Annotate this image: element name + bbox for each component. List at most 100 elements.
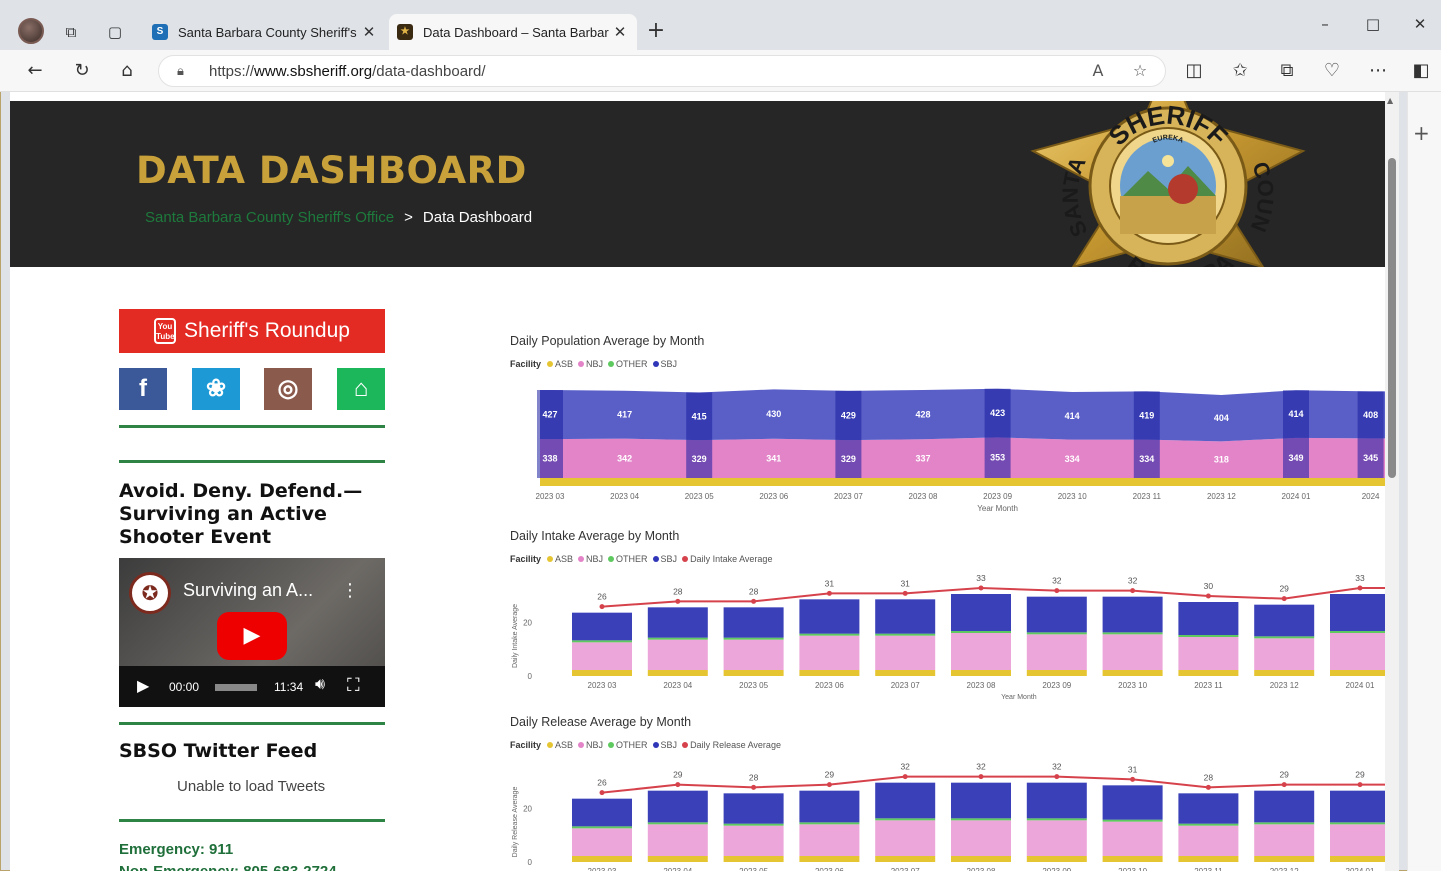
x-tick-label: 2023 04 bbox=[610, 492, 639, 501]
tab-sheriff-office[interactable]: S Santa Barbara County Sheriff's Of ✕ bbox=[144, 14, 386, 50]
more-menu-icon[interactable]: ⋯ bbox=[1365, 59, 1391, 83]
x-tick-label: 2023 04 bbox=[663, 867, 692, 871]
x-tick-label: 2024 bbox=[1362, 492, 1380, 501]
browser-essentials-icon[interactable]: ♡ bbox=[1319, 59, 1345, 83]
video-progress-slider[interactable] bbox=[215, 684, 257, 691]
nbj-value-label: 334 bbox=[1065, 454, 1080, 464]
average-point bbox=[751, 784, 757, 790]
fullscreen-icon[interactable]: ⛶ bbox=[347, 675, 360, 696]
sbj-value-label: 430 bbox=[766, 409, 781, 419]
non-emergency-number[interactable]: Non-Emergency: 805-683-2724 bbox=[119, 863, 337, 871]
sbj-bar bbox=[1102, 596, 1163, 633]
nbj-bar bbox=[572, 642, 632, 670]
sheriffs-roundup-button[interactable]: You Tube Sheriff's Roundup bbox=[119, 309, 385, 353]
favorite-star-icon[interactable]: ☆ bbox=[1129, 61, 1151, 80]
legend-dot bbox=[578, 556, 585, 562]
video-title[interactable]: Surviving an A... bbox=[183, 580, 313, 601]
sidebar-toggle-icon[interactable]: ◧ bbox=[1408, 59, 1434, 83]
y-tick-label: 20 bbox=[523, 619, 532, 628]
hero-banner: DATA DASHBOARD Santa Barbara County Sher… bbox=[10, 101, 1385, 267]
other-bar bbox=[1254, 822, 1315, 825]
average-point bbox=[1281, 782, 1287, 788]
profile-avatar[interactable] bbox=[18, 18, 44, 44]
legend-dot bbox=[547, 742, 554, 748]
average-value-label: 31 bbox=[900, 578, 910, 588]
nbj-bar bbox=[1330, 633, 1385, 670]
x-axis-title: Year Month bbox=[1001, 694, 1037, 701]
back-icon[interactable]: ← bbox=[22, 59, 48, 83]
edge-sidebar bbox=[1407, 92, 1441, 871]
legend-item: ASB bbox=[555, 554, 574, 564]
sbj-bar bbox=[1330, 790, 1385, 823]
breadcrumb-current: Data Dashboard bbox=[422, 209, 533, 226]
instagram-icon[interactable]: ◎ bbox=[264, 368, 312, 410]
nextdoor-icon[interactable]: ⌂ bbox=[337, 368, 385, 410]
volume-icon[interactable]: 🔊︎ bbox=[315, 676, 325, 694]
asb-bar bbox=[1178, 856, 1239, 862]
average-value-label: 32 bbox=[976, 762, 986, 772]
legend-item: NBJ bbox=[586, 554, 604, 564]
video-heading: Avoid. Deny. Defend.— Surviving an Activ… bbox=[119, 480, 363, 548]
other-bar bbox=[799, 822, 860, 825]
add-sidebar-app-icon[interactable]: + bbox=[1413, 121, 1430, 145]
x-tick-label: 2023 10 bbox=[1058, 492, 1087, 501]
average-value-label: 33 bbox=[1355, 573, 1365, 583]
sbj-bar bbox=[1026, 782, 1087, 819]
asb-bar bbox=[799, 856, 860, 862]
home-icon[interactable]: ⌂ bbox=[114, 59, 140, 83]
sbj-area bbox=[540, 388, 1385, 442]
video-menu-icon[interactable]: ⋮ bbox=[341, 580, 359, 601]
address-bar[interactable]: 🔒︎ https://www.sbsheriff.org/data-dashbo… bbox=[158, 55, 1166, 87]
lock-icon[interactable]: 🔒︎ bbox=[177, 64, 184, 79]
channel-logo-icon[interactable]: ✪ bbox=[129, 572, 171, 614]
play-icon[interactable]: ▶ bbox=[137, 676, 149, 696]
nbj-bar bbox=[647, 639, 708, 670]
legend-label: Facility bbox=[510, 740, 542, 750]
x-tick-label: 2023 09 bbox=[1042, 681, 1071, 690]
tab-actions-icon[interactable]: ▢ bbox=[104, 21, 126, 43]
legend-item: ASB bbox=[555, 359, 574, 369]
twitter-icon[interactable]: ❀ bbox=[192, 368, 240, 410]
scrollbar-thumb[interactable] bbox=[1388, 158, 1396, 478]
facebook-icon[interactable]: f bbox=[119, 368, 167, 410]
y-tick-label: 0 bbox=[528, 858, 533, 867]
nbj-value-label: 338 bbox=[542, 454, 557, 464]
minimize-button[interactable]: – bbox=[1302, 12, 1348, 36]
average-point bbox=[1130, 588, 1136, 594]
average-value-label: 28 bbox=[1204, 772, 1214, 782]
maximize-button[interactable]: □ bbox=[1350, 12, 1396, 36]
sbj-value-label: 415 bbox=[692, 411, 707, 421]
emergency-number[interactable]: Emergency: 911 bbox=[119, 841, 233, 858]
legend-dot bbox=[578, 742, 585, 748]
refresh-icon[interactable]: ↻ bbox=[69, 59, 95, 83]
url-text[interactable]: https://www.sbsheriff.org/data-dashboard… bbox=[209, 63, 486, 80]
nbj-value-label: 334 bbox=[1139, 454, 1154, 464]
x-tick-label: 2023 10 bbox=[1118, 867, 1147, 871]
close-tab-icon[interactable]: ✕ bbox=[358, 23, 380, 41]
breadcrumb-separator: > bbox=[404, 209, 413, 226]
tab-data-dashboard[interactable]: ★ Data Dashboard – Santa Barbara ✕ bbox=[389, 14, 637, 50]
breadcrumb-home-link[interactable]: Santa Barbara County Sheriff's Office bbox=[145, 209, 394, 226]
nbj-value-label: 329 bbox=[841, 454, 856, 464]
video-player[interactable]: ✪ Surviving an A... ⋮ ▶ ▶ 00:00 11:34 🔊︎… bbox=[119, 558, 385, 707]
sbj-value-label: 417 bbox=[617, 410, 632, 420]
workspaces-icon[interactable]: ⧉ bbox=[60, 21, 82, 43]
close-window-button[interactable]: ✕ bbox=[1397, 12, 1441, 36]
scroll-up-icon[interactable]: ▲ bbox=[1387, 96, 1393, 105]
legend-item: NBJ bbox=[586, 740, 604, 750]
split-screen-icon[interactable]: ◫ bbox=[1181, 59, 1207, 83]
x-tick-label: 2023 09 bbox=[1042, 867, 1071, 871]
close-tab-icon[interactable]: ✕ bbox=[609, 23, 631, 41]
read-aloud-icon[interactable]: A bbox=[1087, 61, 1109, 80]
x-tick-label: 2023 11 bbox=[1133, 492, 1162, 501]
collections-icon[interactable]: ⧉ bbox=[1274, 59, 1300, 83]
tab-favicon: S bbox=[152, 24, 168, 40]
other-bar bbox=[572, 640, 632, 643]
other-bar bbox=[1330, 631, 1385, 633]
average-point bbox=[1281, 596, 1287, 602]
nbj-value-label: 349 bbox=[1288, 453, 1303, 463]
youtube-play-icon[interactable]: ▶ bbox=[217, 612, 287, 660]
sbj-bar bbox=[799, 599, 860, 634]
favorites-icon[interactable]: ✩ bbox=[1227, 59, 1253, 83]
new-tab-icon[interactable]: + bbox=[644, 20, 668, 42]
